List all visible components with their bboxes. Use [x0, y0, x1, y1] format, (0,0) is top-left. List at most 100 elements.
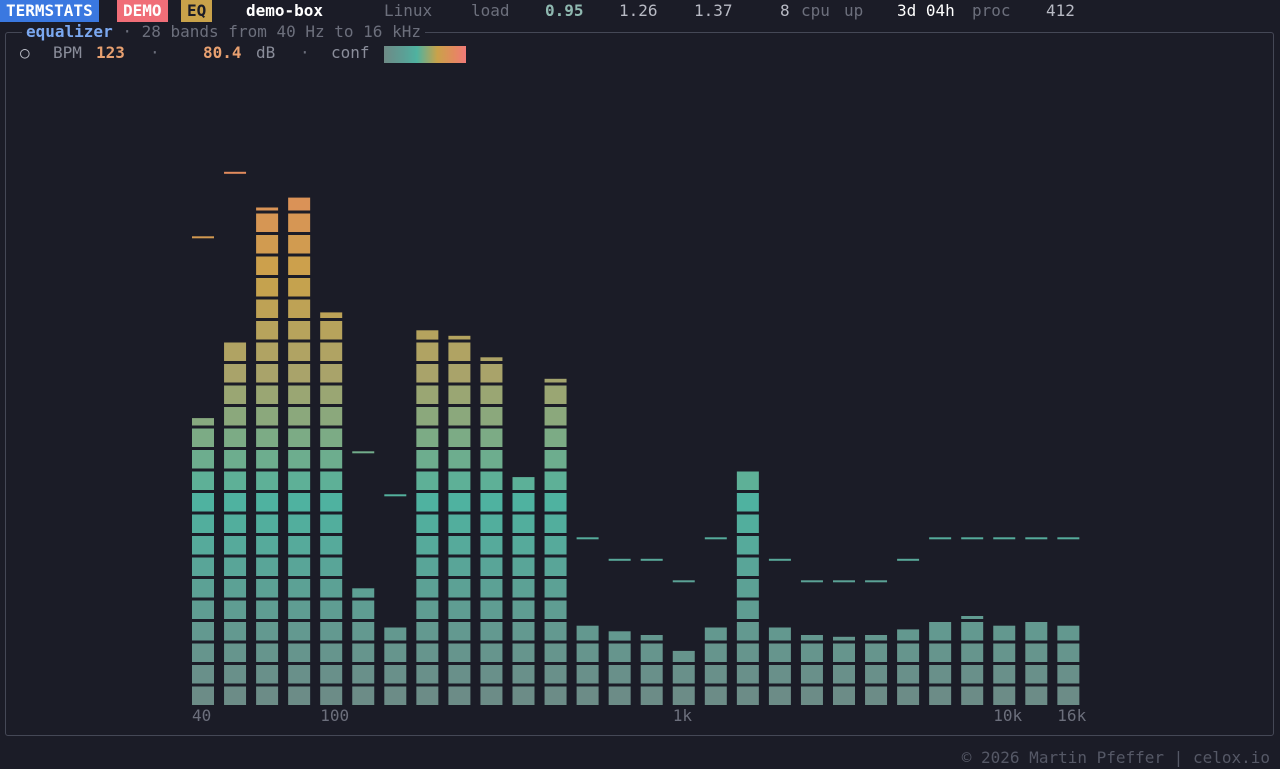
eq-cell: [192, 493, 214, 512]
eq-cell: [416, 557, 439, 576]
eq-cell: [480, 357, 503, 361]
eq-cell: [544, 385, 567, 404]
eq-cell: [288, 321, 311, 340]
eq-cell: [512, 622, 535, 641]
eq-cell: [993, 686, 1016, 705]
eq-cell: [961, 616, 984, 619]
eq-cell: [320, 643, 343, 662]
eq-cell: [416, 579, 439, 598]
eq-cell: [448, 536, 471, 555]
eq-cell: [352, 622, 375, 641]
eq-cell: [224, 471, 247, 490]
eq-cell: [448, 364, 471, 383]
eq-peak-marker: [192, 236, 214, 239]
eq-cell: [1057, 665, 1080, 684]
eq-cell: [736, 686, 759, 705]
eq-cell: [1057, 686, 1080, 705]
eq-cell: [448, 665, 471, 684]
eq-cell: [640, 686, 663, 705]
eq-cell: [256, 385, 279, 404]
eq-cell: [256, 665, 279, 684]
eq-cell: [256, 514, 279, 533]
eq-cell: [480, 450, 503, 469]
eq-cell: [480, 622, 503, 641]
eq-cell: [897, 643, 920, 662]
eq-cell: [320, 493, 343, 512]
eq-cell: [256, 557, 279, 576]
eq-cell: [768, 627, 791, 641]
eq-cell: [544, 493, 567, 512]
eq-band-bar: [833, 636, 855, 705]
eq-cell: [256, 299, 279, 318]
eq-cell: [256, 207, 279, 211]
eq-cell: [736, 514, 759, 533]
eq-cell: [192, 643, 214, 662]
eq-cell: [320, 536, 343, 555]
eq-cell: [672, 686, 695, 705]
eq-cell: [288, 235, 311, 254]
eq-cell: [544, 579, 567, 598]
eq-cell: [736, 643, 759, 662]
eq-cell: [320, 514, 343, 533]
eq-cell: [288, 428, 311, 447]
eq-peak-marker: [768, 558, 791, 561]
eq-cell: [224, 407, 247, 426]
eq-band-bar: [640, 635, 663, 705]
eq-cell: [224, 600, 247, 619]
eq-cell: [448, 335, 471, 340]
eq-band-bar: [448, 335, 471, 705]
eq-peak-marker: [961, 537, 984, 540]
equalizer-chart: 40 100 1k 10k 16k: [192, 171, 1087, 725]
eq-cell: [192, 600, 214, 619]
eq-cell: [416, 514, 439, 533]
eq-cell: [608, 665, 631, 684]
eq-cell: [384, 686, 407, 705]
eq-cell: [480, 536, 503, 555]
eq-peak-marker: [1025, 537, 1048, 540]
eq-band-bar: [384, 627, 407, 705]
eq-cell: [448, 407, 471, 426]
eq-cell: [192, 579, 214, 598]
eq-cell: [544, 686, 567, 705]
eq-cell: [320, 312, 343, 318]
eq-cell: [288, 471, 311, 490]
eq-cell: [800, 686, 823, 705]
eq-cell: [865, 635, 888, 641]
eq-cell: [480, 686, 503, 705]
eq-cell: [448, 385, 471, 404]
eq-cell: [320, 342, 343, 361]
eq-cell: [929, 622, 952, 641]
eq-cell: [544, 514, 567, 533]
eq-cell: [512, 493, 535, 512]
eq-band-bar: [768, 627, 791, 705]
eq-cell: [288, 407, 311, 426]
eq-cell: [448, 342, 471, 361]
eq-cell: [224, 579, 247, 598]
eq-cell: [416, 471, 439, 490]
eq-cell: [288, 686, 311, 705]
eq-cell: [288, 213, 311, 232]
eq-band-bar: [736, 471, 759, 705]
eq-cell: [256, 450, 279, 469]
eq-cell: [256, 278, 279, 297]
eq-cell: [352, 588, 375, 598]
eq-cell: [480, 514, 503, 533]
eq-band-bar: [352, 588, 375, 705]
eq-cell: [416, 600, 439, 619]
eq-cell: [544, 665, 567, 684]
eq-cell: [736, 600, 759, 619]
eq-cell: [800, 635, 823, 641]
eq-band-bar: [672, 650, 695, 705]
eq-cell: [1057, 625, 1080, 641]
eq-cell: [544, 536, 567, 555]
eq-cell: [288, 364, 311, 383]
eq-cell: [224, 342, 247, 361]
eq-band-bar: [512, 477, 535, 705]
eq-cell: [961, 643, 984, 662]
eq-cell: [416, 450, 439, 469]
eq-cell: [416, 665, 439, 684]
eq-cell: [416, 493, 439, 512]
eq-cell: [416, 536, 439, 555]
eq-cell: [512, 536, 535, 555]
eq-cell: [224, 364, 247, 383]
